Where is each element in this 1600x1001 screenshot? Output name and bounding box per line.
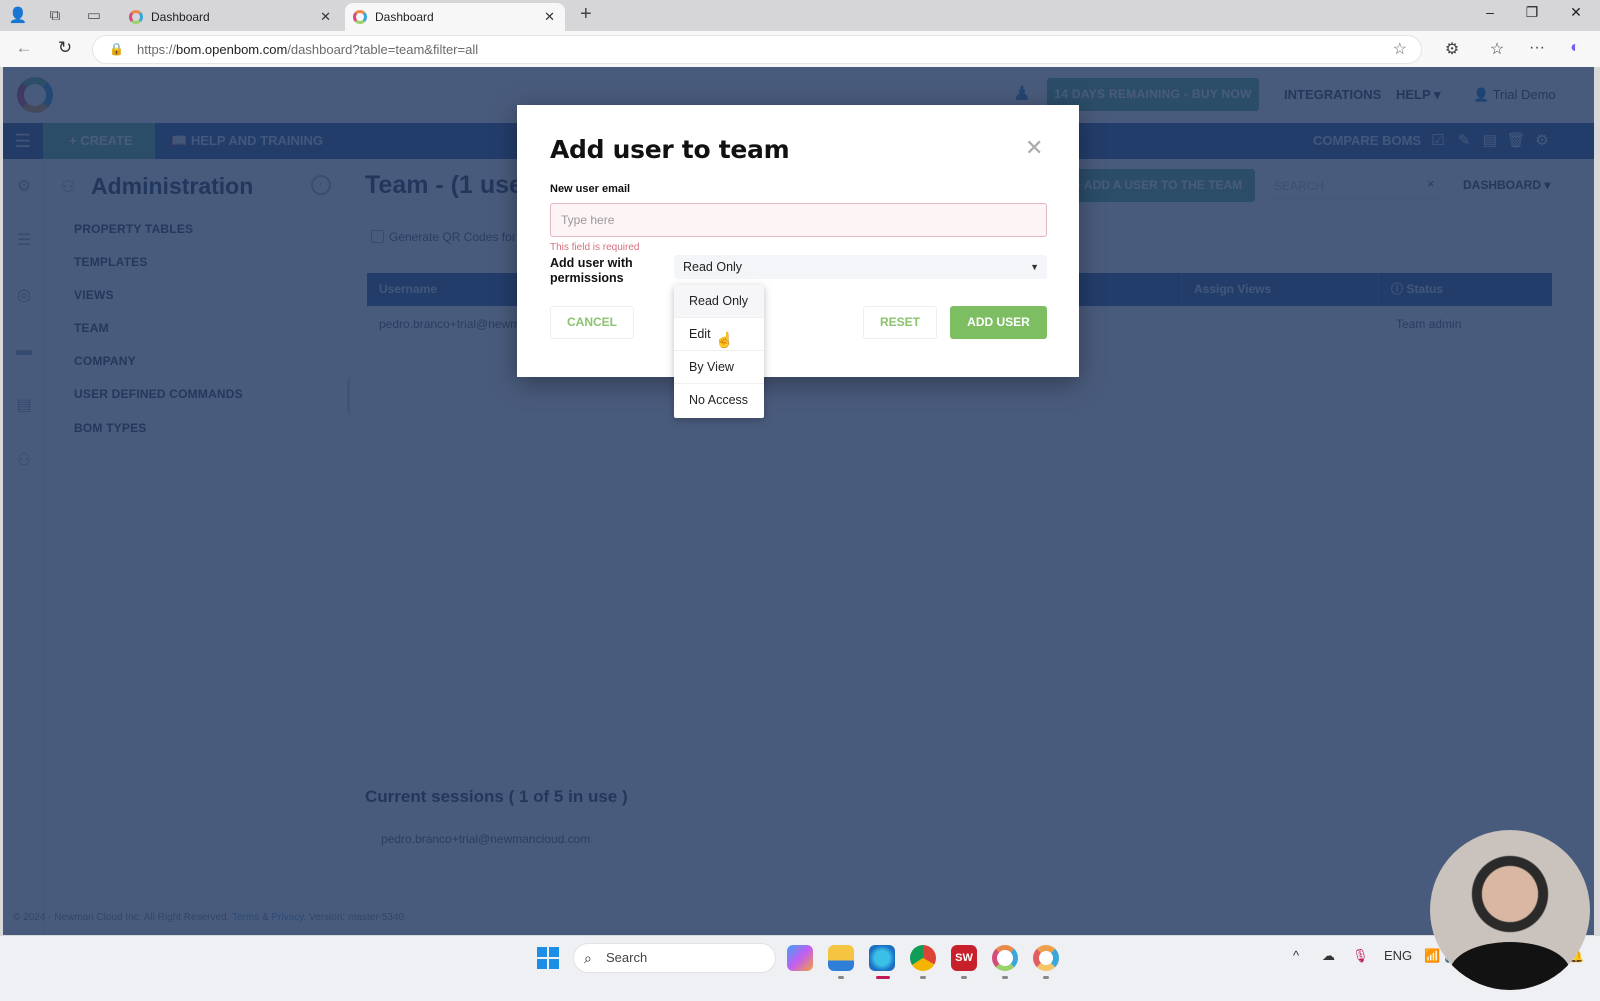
back-icon[interactable]: ← xyxy=(12,38,36,58)
microphone-icon[interactable]: 🎙 xyxy=(1352,948,1369,964)
hand-pointer-cursor-icon: ☝ xyxy=(715,332,734,349)
email-field[interactable] xyxy=(550,203,1047,237)
copilot-app-icon[interactable] xyxy=(787,945,813,971)
windows-taskbar: ⌕ Search SW ^ ☁ 🎙 ENG 📶 🔈 🔔 xyxy=(0,935,1600,1001)
running-indicator xyxy=(1002,976,1008,979)
url-input[interactable]: 🔒 https://bom.openbom.com/dashboard?tabl… xyxy=(92,35,1422,64)
running-indicator xyxy=(838,976,844,979)
cancel-button[interactable]: CANCEL xyxy=(550,306,634,339)
browser-tab-bar: 👤 ⧉ ▭ Dashboard ✕ Dashboard ✕ + – ❐ ✕ xyxy=(0,0,1600,31)
chevron-down-icon: ▼ xyxy=(1030,262,1039,272)
running-indicator xyxy=(1043,976,1049,979)
browser-tab-dashboard-1[interactable]: Dashboard ✕ xyxy=(121,3,341,31)
solidworks-icon[interactable]: SW xyxy=(951,945,977,971)
lock-icon[interactable]: 🔒 xyxy=(109,36,124,63)
close-tab-icon[interactable]: ✕ xyxy=(544,3,555,31)
add-user-dialog: Add user to team ✕ New user email This f… xyxy=(517,105,1079,377)
url-path: /dashboard?table=team&filter=all xyxy=(287,42,479,57)
permissions-label: Add user with permissions xyxy=(550,256,633,285)
show-hidden-icons-chevron-icon[interactable]: ^ xyxy=(1293,948,1299,963)
edge-browser-icon[interactable] xyxy=(869,945,895,971)
more-options-icon[interactable]: ··· xyxy=(1525,39,1549,57)
language-indicator[interactable]: ENG xyxy=(1384,948,1412,963)
taskbar-search[interactable]: ⌕ Search xyxy=(573,943,776,973)
webcam-overlay-image xyxy=(1430,830,1590,990)
extensions-icon[interactable]: ⚙ xyxy=(1440,39,1464,59)
chrome-icon[interactable] xyxy=(910,945,936,971)
favorites-bar-icon[interactable]: ☆ xyxy=(1485,39,1509,59)
profile-icon[interactable]: 👤 xyxy=(7,5,29,27)
tab-title: Dashboard xyxy=(151,10,210,24)
add-user-button[interactable]: ADD USER xyxy=(950,306,1047,339)
permissions-dropdown-menu: Read Only Edit By View No Access xyxy=(674,285,764,418)
minimize-icon[interactable]: – xyxy=(1475,4,1505,20)
reset-button[interactable]: RESET xyxy=(863,306,937,339)
windows-start-icon[interactable] xyxy=(537,947,559,969)
browser-tab-dashboard-2[interactable]: Dashboard ✕ xyxy=(345,3,565,31)
openbom-app-icon[interactable] xyxy=(992,945,1018,971)
refresh-icon[interactable]: ↻ xyxy=(53,38,77,58)
email-field-label: New user email xyxy=(550,183,631,195)
option-by-view[interactable]: By View xyxy=(674,351,764,384)
running-indicator xyxy=(961,976,967,979)
close-dialog-icon[interactable]: ✕ xyxy=(1025,135,1043,161)
new-tab-button[interactable]: + xyxy=(580,3,592,26)
onedrive-cloud-icon[interactable]: ☁ xyxy=(1322,948,1335,964)
openbom-favicon-icon xyxy=(353,10,367,24)
search-icon: ⌕ xyxy=(584,950,592,966)
address-bar-row: ← ↻ 🔒 https://bom.openbom.com/dashboard?… xyxy=(0,31,1600,67)
tab-title: Dashboard xyxy=(375,10,434,24)
workspaces-icon[interactable]: ⧉ xyxy=(44,5,66,27)
active-indicator xyxy=(876,976,890,979)
option-no-access[interactable]: No Access xyxy=(674,384,764,417)
favorite-star-icon[interactable]: ☆ xyxy=(1393,36,1407,63)
url-scheme: https:// xyxy=(137,42,177,57)
copilot-icon[interactable]: ◐ xyxy=(1563,39,1587,57)
taskbar-search-label: Search xyxy=(606,950,648,965)
wifi-icon[interactable]: 📶 xyxy=(1424,948,1440,964)
dialog-title: Add user to team xyxy=(550,135,790,164)
close-window-icon[interactable]: ✕ xyxy=(1561,4,1591,21)
openbom-favicon-icon xyxy=(129,10,143,24)
webcam-person-body xyxy=(1450,942,1570,990)
close-tab-icon[interactable]: ✕ xyxy=(320,3,331,31)
permissions-selected-value: Read Only xyxy=(683,260,743,274)
restore-icon[interactable]: ❐ xyxy=(1517,4,1547,21)
url-host: bom.openbom.com xyxy=(176,42,288,57)
running-indicator xyxy=(920,976,926,979)
email-error-message: This field is required xyxy=(550,242,640,253)
file-explorer-icon[interactable] xyxy=(828,945,854,971)
tab-actions-icon[interactable]: ▭ xyxy=(83,5,105,27)
openbom-desktop-icon[interactable] xyxy=(1033,945,1059,971)
option-read-only[interactable]: Read Only xyxy=(674,285,764,318)
permissions-select[interactable]: Read Only ▼ xyxy=(674,255,1047,279)
